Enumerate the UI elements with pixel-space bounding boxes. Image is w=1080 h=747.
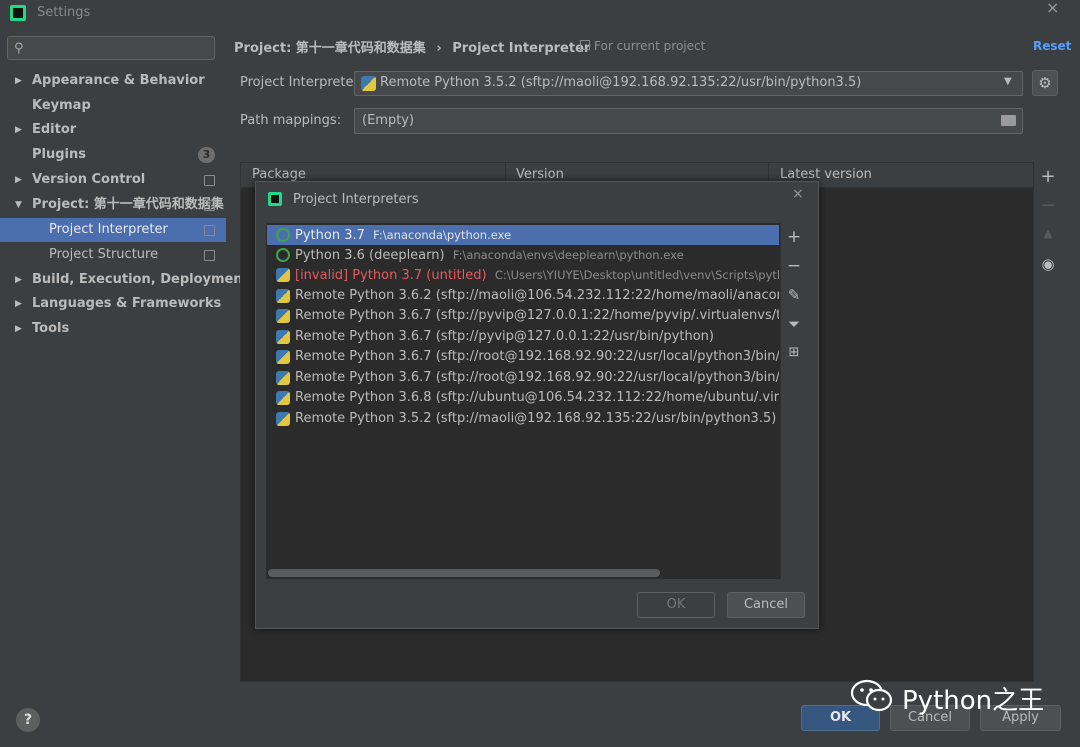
dialog-close-icon[interactable]: ×	[792, 186, 804, 202]
interpreter-row[interactable]: Python 3.7 F:\anaconda\python.exe	[267, 225, 779, 245]
horizontal-scrollbar[interactable]	[268, 569, 660, 577]
for-current-project-label: For current project	[580, 39, 705, 53]
project-interpreter-value: Remote Python 3.5.2 (sftp://maoli@192.16…	[380, 75, 862, 90]
remove-interpreter-icon[interactable]: −	[786, 256, 802, 276]
local-interpreter-icon	[276, 228, 290, 242]
reset-link[interactable]: Reset	[1033, 39, 1071, 53]
remote-python-icon	[276, 350, 290, 364]
sidebar-item-project-interpreter[interactable]: Project Interpreter	[0, 218, 226, 242]
breadcrumb: Project: 第十一章代码和数据集 › Project Interprete…	[234, 37, 590, 56]
expand-arrow-icon: ▶	[15, 299, 22, 309]
interpreter-row[interactable]: Remote Python 3.6.7 (sftp://root@192.168…	[267, 368, 779, 388]
remote-python-icon	[276, 371, 290, 385]
remote-python-icon	[276, 289, 290, 303]
sidebar-item-editor[interactable]: ▶ Editor	[0, 118, 226, 142]
help-button[interactable]: ?	[16, 708, 40, 732]
settings-search-input[interactable]	[7, 36, 215, 60]
breadcrumb-separator: ›	[436, 41, 442, 56]
expand-arrow-icon: ▶	[15, 125, 22, 135]
breadcrumb-page: Project Interpreter	[452, 41, 591, 56]
python-icon	[361, 76, 376, 91]
remote-python-icon	[276, 412, 290, 426]
wechat-logo-icon	[850, 679, 893, 712]
project-scope-icon	[204, 225, 215, 236]
project-scope-icon	[204, 200, 215, 211]
sidebar-item-project-structure[interactable]: Project Structure	[0, 243, 226, 267]
show-paths-tree-icon[interactable]: ⊞	[786, 345, 802, 360]
interpreter-row[interactable]: Remote Python 3.6.7 (sftp://pyvip@127.0.…	[267, 327, 779, 347]
sidebar-item-appearance[interactable]: ▶ Appearance & Behavior	[0, 69, 226, 93]
edit-pencil-icon[interactable]: ✎	[786, 286, 802, 304]
collapse-arrow-icon: ▼	[15, 200, 22, 210]
show-early-releases-eye-icon[interactable]: ◉	[1040, 255, 1056, 273]
remote-python-icon	[276, 391, 290, 405]
interpreters-toolbar	[780, 223, 808, 579]
column-header-latest-version[interactable]: Latest version	[780, 167, 872, 182]
pycharm-logo-icon	[268, 192, 282, 206]
watermark-text: Python之王	[902, 686, 1045, 716]
column-header-version[interactable]: Version	[516, 167, 564, 182]
sidebar-item-keymap[interactable]: Keymap	[0, 94, 226, 118]
python-icon	[276, 268, 290, 282]
remote-python-icon	[276, 309, 290, 323]
column-header-package[interactable]: Package	[252, 167, 306, 182]
pycharm-logo-icon	[10, 5, 26, 21]
dialog-ok-button[interactable]: OK	[637, 592, 715, 618]
add-package-icon[interactable]: +	[1040, 166, 1056, 187]
project-interpreter-label: Project Interpreter:	[240, 75, 364, 90]
path-mappings-value: (Empty)	[362, 113, 415, 128]
expand-arrow-icon: ▶	[15, 175, 22, 185]
upgrade-package-icon[interactable]: ▲	[1040, 226, 1056, 240]
sidebar-item-tools[interactable]: ▶ Tools	[0, 317, 226, 341]
chevron-down-icon[interactable]: ▼	[1004, 76, 1012, 87]
project-scope-icon	[204, 175, 215, 186]
sidebar-item-build[interactable]: ▶ Build, Execution, Deployment	[0, 268, 249, 292]
dialog-cancel-button[interactable]: Cancel	[727, 592, 805, 618]
add-interpreter-icon[interactable]: +	[786, 227, 802, 247]
window-close-icon[interactable]: ×	[1046, 0, 1059, 17]
sidebar-item-version-control[interactable]: ▶ Version Control	[0, 168, 226, 192]
folder-icon[interactable]	[1001, 115, 1016, 126]
interpreter-row[interactable]: Python 3.6 (deeplearn) F:\anaconda\envs\…	[267, 245, 779, 265]
path-mappings-label: Path mappings:	[240, 113, 342, 128]
interpreter-row[interactable]: Remote Python 3.6.2 (sftp://maoli@106.54…	[267, 286, 779, 306]
dialog-title: Project Interpreters	[293, 192, 419, 207]
breadcrumb-project: Project: 第十一章代码和数据集	[234, 41, 426, 56]
interpreter-row[interactable]: Remote Python 3.5.2 (sftp://maoli@192.16…	[267, 409, 779, 429]
sidebar-item-plugins[interactable]: Plugins	[0, 143, 226, 167]
expand-arrow-icon: ▶	[15, 275, 22, 285]
plugins-count-badge: 3	[198, 147, 215, 163]
sidebar-item-languages[interactable]: ▶ Languages & Frameworks	[0, 292, 226, 316]
path-mappings-field[interactable]	[354, 108, 1023, 134]
project-scope-icon	[204, 250, 215, 261]
interpreter-row[interactable]: Remote Python 3.6.7 (sftp://pyvip@127.0.…	[267, 306, 779, 326]
interpreter-row[interactable]: Remote Python 3.6.7 (sftp://root@192.168…	[267, 347, 779, 367]
project-scope-icon	[580, 40, 590, 50]
expand-arrow-icon: ▶	[15, 324, 22, 334]
interpreter-row[interactable]: [invalid] Python 3.7 (untitled) C:\Users…	[267, 265, 779, 285]
filter-icon[interactable]: ⏷	[786, 315, 802, 333]
remote-python-icon	[276, 330, 290, 344]
local-interpreter-icon	[276, 248, 290, 262]
window-title: Settings	[37, 5, 91, 20]
title-bar	[0, 0, 1080, 27]
interpreter-settings-gear-icon[interactable]: ⚙	[1032, 70, 1058, 96]
search-icon: ⚲	[14, 41, 24, 56]
expand-arrow-icon: ▶	[15, 76, 22, 86]
interpreter-row[interactable]: Remote Python 3.6.8 (sftp://ubuntu@106.5…	[267, 388, 779, 408]
remove-package-icon[interactable]: −	[1040, 195, 1056, 216]
sidebar-item-project[interactable]: ▼ Project: 第十一章代码和数据集	[0, 193, 226, 217]
